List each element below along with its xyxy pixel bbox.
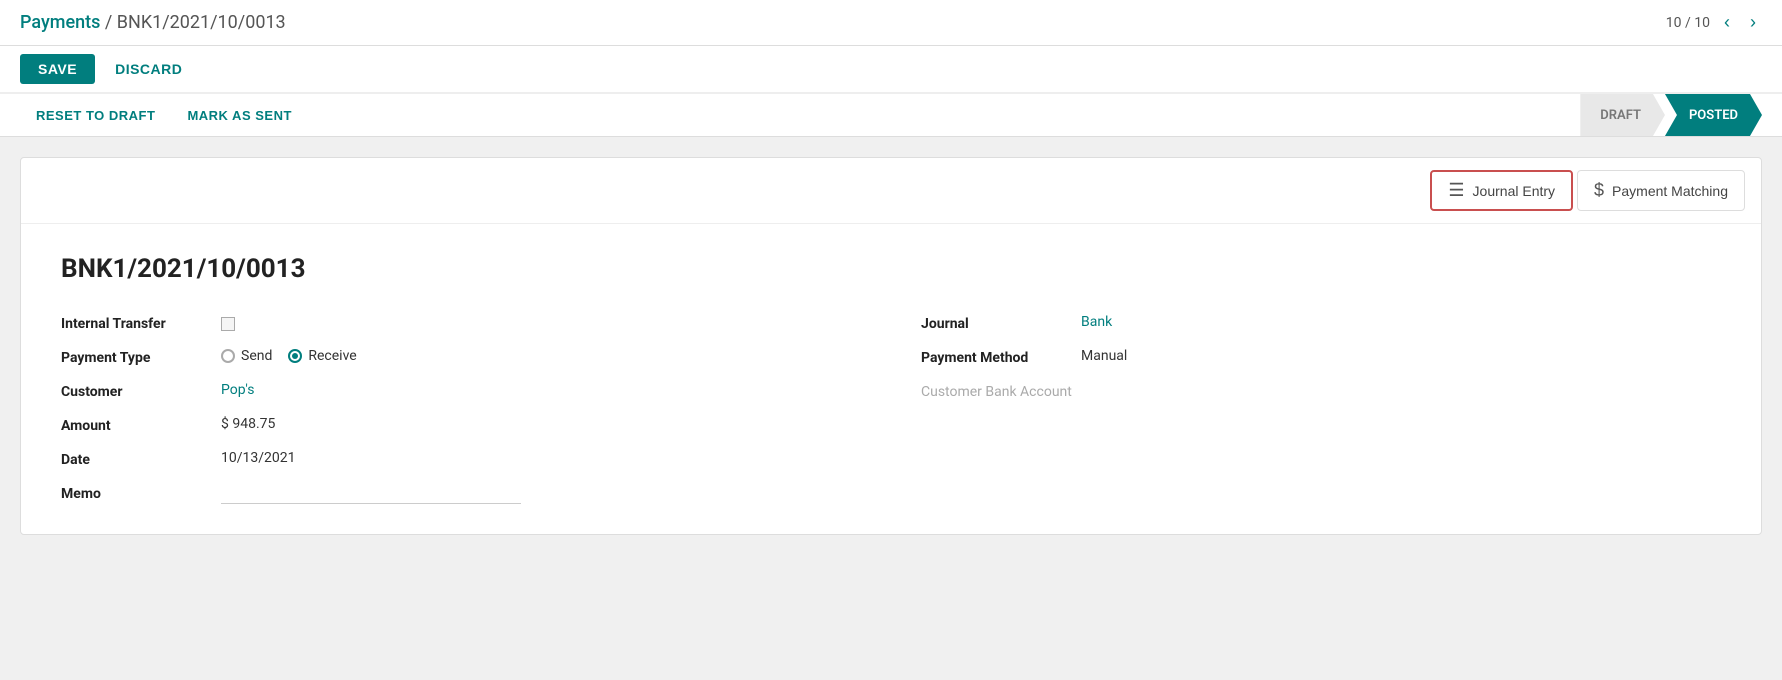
main-content: ☰ Journal Entry $ Payment Matching BNK1/… [0,137,1782,555]
status-step-draft: DRAFT [1580,94,1665,136]
memo-input[interactable] [221,484,521,504]
pagination-area: 10 / 10 ‹ › [1666,10,1762,35]
record-card: ☰ Journal Entry $ Payment Matching BNK1/… [20,157,1762,535]
breadcrumb: Payments / BNK1/2021/10/0013 [20,12,286,33]
payment-type-label: Payment Type [61,348,221,366]
amount-label: Amount [61,416,221,434]
payment-type-radio-group: Send Receive [221,348,357,364]
status-bar: RESET TO DRAFT MARK AS SENT DRAFT POSTED [0,94,1782,137]
top-bar: Payments / BNK1/2021/10/0013 10 / 10 ‹ › [0,0,1782,46]
breadcrumb-parent[interactable]: Payments [20,12,100,33]
record-title: BNK1/2021/10/0013 [61,254,1721,284]
internal-transfer-label: Internal Transfer [61,314,221,332]
field-row-customer: Customer Pop's [61,382,861,400]
amount-value: $ 948.75 [221,416,275,432]
customer-value[interactable]: Pop's [221,382,255,398]
radio-send-circle [221,349,235,363]
customer-label: Customer [61,382,221,400]
mark-as-sent-button[interactable]: MARK AS SENT [171,96,307,135]
field-row-payment-method: Payment Method Manual [921,348,1721,366]
radio-send[interactable]: Send [221,348,272,364]
list-icon: ☰ [1448,180,1464,201]
save-button[interactable]: SAVE [20,54,95,84]
field-row-customer-bank-account: Customer Bank Account [921,382,1721,400]
dollar-icon: $ [1594,180,1604,201]
payment-matching-label: Payment Matching [1612,183,1728,199]
date-value: 10/13/2021 [221,450,296,466]
radio-receive[interactable]: Receive [288,348,356,364]
journal-value[interactable]: Bank [1081,314,1112,330]
pagination-label: 10 / 10 [1666,15,1710,31]
field-row-journal: Journal Bank [921,314,1721,332]
breadcrumb-current: BNK1/2021/10/0013 [117,12,286,33]
payment-method-value: Manual [1081,348,1127,364]
discard-button[interactable]: DISCARD [103,54,194,84]
next-record-button[interactable]: › [1744,10,1762,35]
status-pipeline: DRAFT POSTED [1580,94,1762,136]
field-row-memo: Memo [61,484,861,504]
field-row-internal-transfer: Internal Transfer [61,314,861,332]
journal-entry-label: Journal Entry [1473,183,1555,199]
breadcrumb-separator: / [105,12,117,33]
journal-entry-button[interactable]: ☰ Journal Entry [1430,170,1573,211]
field-row-payment-type: Payment Type Send Receive [61,348,861,366]
smart-buttons-bar: ☰ Journal Entry $ Payment Matching [21,158,1761,224]
radio-receive-label: Receive [308,348,356,364]
right-form-section: Journal Bank Payment Method Manual Custo… [921,314,1721,504]
field-row-date: Date 10/13/2021 [61,450,861,468]
payment-method-label: Payment Method [921,348,1081,366]
radio-send-label: Send [241,348,272,364]
date-label: Date [61,450,221,468]
reset-to-draft-button[interactable]: RESET TO DRAFT [20,96,171,135]
customer-bank-account-label: Customer Bank Account [921,382,1081,400]
status-actions: RESET TO DRAFT MARK AS SENT [20,94,308,136]
memo-label: Memo [61,484,221,502]
prev-record-button[interactable]: ‹ [1718,10,1736,35]
payment-matching-button[interactable]: $ Payment Matching [1577,170,1745,211]
journal-label: Journal [921,314,1081,332]
status-step-posted: POSTED [1665,94,1762,136]
form-content: BNK1/2021/10/0013 Internal Transfer Paym… [21,224,1761,534]
field-row-amount: Amount $ 948.75 [61,416,861,434]
left-form-section: Internal Transfer Payment Type Send [61,314,861,504]
internal-transfer-checkbox[interactable] [221,317,235,331]
action-bar: SAVE DISCARD [0,46,1782,94]
radio-receive-circle [288,349,302,363]
form-grid: Internal Transfer Payment Type Send [61,314,1721,504]
